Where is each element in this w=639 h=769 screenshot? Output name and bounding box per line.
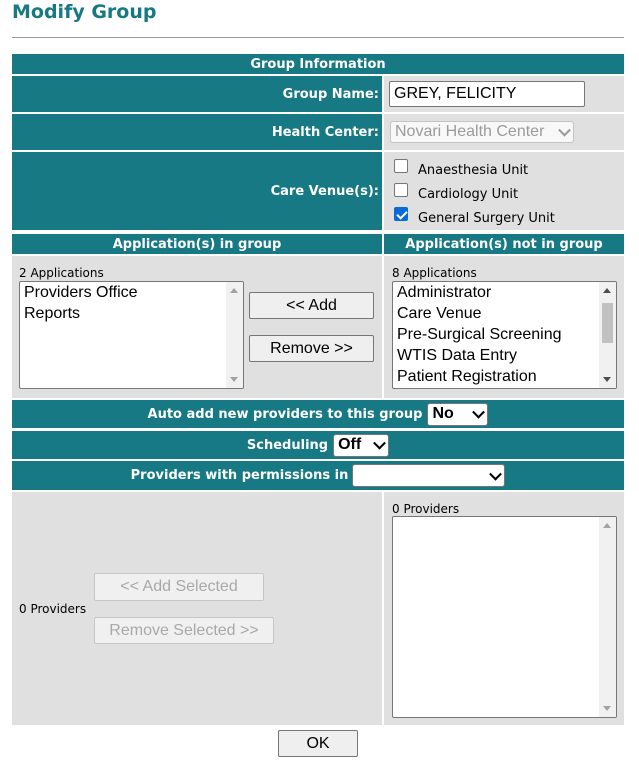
- auto-add-selected: No: [432, 405, 454, 422]
- remove-button[interactable]: Remove >>: [249, 335, 374, 362]
- group-name-input[interactable]: [389, 81, 585, 107]
- providers-left-panel: 0 Providers << Add Selected Remove Selec…: [12, 492, 382, 725]
- scrollbar[interactable]: [599, 282, 616, 388]
- page-title: Modify Group: [12, 1, 157, 23]
- scheduling-row: Scheduling Off: [12, 431, 624, 459]
- chevron-down-icon: [472, 405, 486, 419]
- care-venue-checkbox-cardiology[interactable]: [394, 183, 408, 197]
- care-venue-checkbox-anaesthesia[interactable]: [394, 159, 408, 173]
- chevron-down-icon: [489, 467, 503, 481]
- providers-right-count: 0 Providers: [392, 502, 460, 516]
- providers-list[interactable]: [392, 516, 617, 718]
- care-venue-value-cell: Anaesthesia Unit Cardiology Unit General…: [384, 152, 624, 230]
- list-item[interactable]: Reports: [24, 303, 80, 324]
- health-center-label: Health Center:: [271, 124, 379, 140]
- scroll-up-arrow-icon[interactable]: [230, 288, 238, 293]
- ok-button[interactable]: OK: [278, 730, 358, 757]
- scheduling-select[interactable]: Off: [333, 433, 390, 457]
- chevron-down-icon: [558, 123, 571, 137]
- scrollbar[interactable]: [226, 282, 243, 388]
- group-name-label-cell: Group Name:: [12, 76, 382, 112]
- providers-right-panel: 0 Providers: [384, 492, 624, 725]
- providers-permissions-row: Providers with permissions in: [12, 461, 624, 490]
- remove-selected-button[interactable]: Remove Selected >>: [94, 617, 274, 644]
- applications-not-in-group-list[interactable]: Administrator Care Venue Pre-Surgical Sc…: [392, 281, 617, 389]
- scroll-down-arrow-icon[interactable]: [603, 706, 611, 711]
- scheduling-label: Scheduling: [246, 437, 329, 453]
- applications-not-in-group-header: Application(s) not in group: [384, 234, 624, 254]
- applications-in-group-header: Application(s) in group: [12, 234, 382, 254]
- scrollbar-thumb[interactable]: [602, 303, 613, 343]
- chevron-down-icon: [373, 436, 386, 450]
- care-venue-label-cell: Care Venue(s):: [12, 152, 382, 230]
- care-venue-label-anaesthesia: Anaesthesia Unit: [418, 163, 529, 178]
- providers-permissions-label: Providers with permissions in: [130, 468, 349, 483]
- scheduling-selected: Off: [338, 436, 362, 453]
- list-item[interactable]: Care Venue: [397, 303, 482, 324]
- health-center-selected: Novari Health Center: [395, 123, 545, 140]
- providers-permissions-select[interactable]: [352, 464, 506, 487]
- scrollbar[interactable]: [599, 517, 616, 717]
- providers-left-count: 0 Providers: [19, 602, 87, 616]
- applications-not-in-group-panel: 8 Applications Administrator Care Venue …: [384, 256, 624, 398]
- list-item[interactable]: Patient Registration: [397, 366, 537, 387]
- health-center-value-cell: Novari Health Center: [384, 114, 624, 150]
- care-venue-checkbox-general-surgery[interactable]: [394, 207, 408, 221]
- care-venue-label-general-surgery: General Surgery Unit: [418, 211, 555, 226]
- group-name-label: Group Name:: [282, 86, 379, 102]
- auto-add-select[interactable]: No: [427, 402, 489, 426]
- auto-add-label: Auto add new providers to this group: [147, 406, 423, 422]
- group-information-header: Group Information: [12, 54, 624, 74]
- scroll-down-arrow-icon[interactable]: [230, 377, 238, 382]
- applications-in-group-panel: 2 Applications Providers Office Reports …: [12, 256, 382, 398]
- health-center-select[interactable]: Novari Health Center: [390, 121, 574, 143]
- list-item[interactable]: Administrator: [397, 282, 491, 303]
- care-venue-label: Care Venue(s):: [270, 183, 379, 199]
- scroll-up-arrow-icon[interactable]: [603, 288, 611, 293]
- applications-in-group-count: 2 Applications: [19, 266, 104, 280]
- scroll-down-arrow-icon[interactable]: [603, 377, 611, 382]
- care-venue-label-cardiology: Cardiology Unit: [418, 187, 519, 202]
- group-name-value-cell: [384, 76, 624, 112]
- scroll-up-arrow-icon[interactable]: [603, 523, 611, 528]
- health-center-label-cell: Health Center:: [12, 114, 382, 150]
- applications-not-in-group-count: 8 Applications: [392, 266, 477, 280]
- applications-in-group-list[interactable]: Providers Office Reports: [19, 281, 244, 389]
- list-item[interactable]: Providers Office: [24, 282, 138, 303]
- add-selected-button[interactable]: << Add Selected: [94, 573, 264, 601]
- list-item[interactable]: Pre-Surgical Screening: [397, 324, 562, 345]
- divider: [12, 37, 624, 38]
- add-button[interactable]: << Add: [249, 292, 374, 319]
- auto-add-row: Auto add new providers to this group No: [12, 400, 624, 428]
- list-item[interactable]: WTIS Data Entry: [397, 345, 517, 366]
